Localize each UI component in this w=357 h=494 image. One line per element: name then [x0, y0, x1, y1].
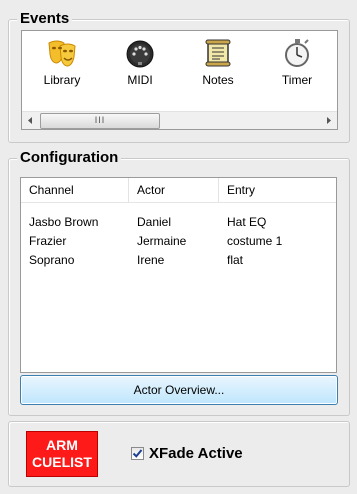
event-notes-label: Notes [202, 73, 234, 87]
arm-cuelist-line2: CUELIST [32, 454, 92, 470]
events-panel: Library MIDI Notes Timer III [21, 30, 338, 130]
column-header-entry[interactable]: Entry [219, 178, 336, 202]
notes-icon [202, 37, 234, 69]
cell-channel: Frazier [29, 234, 67, 248]
event-library-label: Library [43, 73, 81, 87]
scroll-right-arrow-icon[interactable] [320, 112, 337, 129]
events-title: Events [17, 10, 73, 28]
cell-channel: Soprano [29, 253, 75, 267]
actor-overview-button[interactable]: Actor Overview... [20, 375, 338, 405]
cell-channel: Jasbo Brown [29, 215, 99, 229]
table-row[interactable]: Jasbo Brown Daniel Hat EQ [21, 213, 336, 232]
table-row[interactable]: Soprano Irene flat [21, 251, 336, 270]
configuration-title: Configuration [17, 149, 122, 167]
table-header: Channel Actor Entry [21, 178, 336, 203]
table-row[interactable]: Frazier Jermaine costume 1 [21, 232, 336, 251]
event-midi-label: MIDI [127, 73, 153, 87]
arm-cuelist-button[interactable]: ARM CUELIST [26, 431, 98, 477]
column-header-channel[interactable]: Channel [21, 178, 129, 202]
midi-connector-icon [124, 37, 156, 69]
cell-entry: flat [227, 253, 244, 267]
event-notes[interactable]: Notes [188, 37, 248, 87]
events-group: Events Library MIDI Notes Timer III [8, 10, 350, 143]
event-midi[interactable]: MIDI [110, 37, 170, 87]
xfade-active-label: XFade Active [149, 445, 243, 462]
cell-actor: Irene [137, 253, 165, 267]
checkmark-icon [132, 449, 143, 458]
xfade-checkbox[interactable] [131, 447, 144, 460]
scroll-thumb[interactable]: III [40, 113, 160, 129]
arm-cuelist-line1: ARM [46, 437, 78, 453]
configuration-list[interactable]: Channel Actor Entry Jasbo Brown Daniel H… [20, 177, 337, 373]
events-horizontal-scrollbar[interactable]: III [22, 111, 337, 129]
cell-actor: Daniel [137, 215, 172, 229]
event-timer-label: Timer [281, 73, 313, 87]
event-library[interactable]: Library [32, 37, 92, 87]
cell-actor: Jermaine [137, 234, 187, 248]
theater-masks-icon [46, 37, 78, 69]
event-timer[interactable]: Timer [267, 37, 327, 87]
column-header-actor[interactable]: Actor [129, 178, 219, 202]
cell-entry: Hat EQ [227, 215, 267, 229]
scroll-left-arrow-icon[interactable] [22, 112, 39, 129]
stopwatch-icon [281, 37, 313, 69]
cell-entry: costume 1 [227, 234, 283, 248]
